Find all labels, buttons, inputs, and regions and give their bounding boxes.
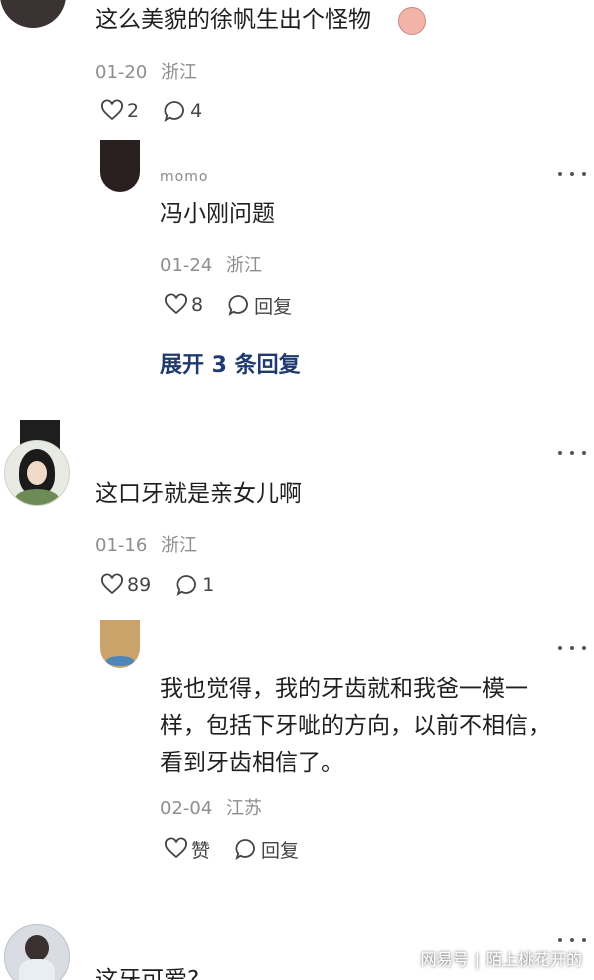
- reply-date: 02-04: [160, 798, 213, 819]
- reply-text-line: 看到牙齿相信了。: [160, 750, 344, 776]
- reply-label: 回复: [261, 839, 300, 862]
- like-count: 8: [191, 294, 204, 316]
- like-button[interactable]: 赞: [164, 836, 210, 863]
- reply-button[interactable]: 回复: [234, 836, 299, 863]
- watermark: 网易号 | 陌上桃花开的: [420, 950, 582, 969]
- comment-bubble-icon: [235, 839, 255, 860]
- heart-icon: [101, 573, 123, 595]
- avatar[interactable]: [0, 0, 66, 28]
- reply-text: 冯小刚问题: [160, 201, 275, 227]
- watermark-author: 陌上桃花开的: [485, 950, 582, 969]
- avatar[interactable]: [100, 140, 140, 192]
- reply-button[interactable]: 1: [175, 573, 214, 597]
- reply-location: 浙江: [226, 255, 263, 276]
- more-options-icon[interactable]: [558, 170, 586, 178]
- watermark-source: 网易号: [420, 950, 469, 969]
- emoji-icon: [398, 7, 426, 35]
- reply-text-line: 我也觉得，我的牙齿就和我爸一模一: [160, 676, 528, 702]
- like-button[interactable]: 89: [100, 573, 151, 597]
- reply-count: 1: [202, 574, 215, 596]
- comment-text: 这牙可爱?: [95, 967, 200, 980]
- comment-location: 浙江: [161, 535, 198, 556]
- avatar[interactable]: [4, 440, 70, 506]
- like-button[interactable]: 8: [164, 293, 203, 317]
- heart-icon: [101, 99, 123, 121]
- comment-bubble-icon: [164, 101, 184, 122]
- like-count: 89: [127, 574, 152, 596]
- heart-icon: [165, 837, 187, 859]
- reply-date: 01-24: [160, 255, 213, 276]
- more-options-icon[interactable]: [558, 936, 586, 944]
- like-count: 2: [127, 100, 140, 122]
- avatar[interactable]: [100, 620, 140, 668]
- comment-date: 01-16: [95, 535, 148, 556]
- reply-count: 4: [190, 100, 203, 122]
- heart-icon: [165, 293, 187, 315]
- reply-meta: 01-24 浙江: [160, 251, 262, 277]
- comment-bubble-icon: [176, 575, 197, 596]
- reply-button[interactable]: 4: [163, 99, 202, 123]
- expand-replies-link[interactable]: 展开 3 条回复: [160, 347, 301, 379]
- comment-date: 01-20: [95, 62, 148, 83]
- comment-location: 浙江: [161, 62, 198, 83]
- comments-screen: 这么美貌的徐帆生出个怪物 01-20 浙江 2 4 momo 冯小刚问题 01-…: [0, 0, 594, 980]
- more-options-icon[interactable]: [558, 644, 586, 652]
- comment-meta: 01-20 浙江: [95, 58, 197, 84]
- reply-username: momo: [160, 170, 209, 184]
- reply-location: 江苏: [226, 798, 263, 819]
- reply-text-line: 样，包括下牙呲的方向，以前不相信，: [160, 713, 551, 739]
- reply-actions: 赞 回复: [164, 835, 323, 863]
- reply-meta: 02-04 江苏: [160, 794, 262, 820]
- comment-meta: 01-16 浙江: [95, 531, 197, 557]
- reply-actions: 8 回复: [164, 291, 316, 319]
- comment-text: 这口牙就是亲女儿啊: [95, 481, 302, 507]
- comment-actions: 89 1: [100, 571, 238, 599]
- comment-bubble-icon: [228, 295, 248, 316]
- comment-actions: 2 4: [100, 97, 226, 125]
- comment-text: 这么美貌的徐帆生出个怪物: [95, 7, 371, 33]
- reply-button[interactable]: 回复: [227, 292, 292, 319]
- like-button[interactable]: 2: [100, 99, 139, 123]
- like-label: 赞: [191, 839, 211, 862]
- reply-label: 回复: [254, 295, 293, 318]
- more-options-icon[interactable]: [558, 449, 586, 457]
- avatar[interactable]: [4, 924, 70, 980]
